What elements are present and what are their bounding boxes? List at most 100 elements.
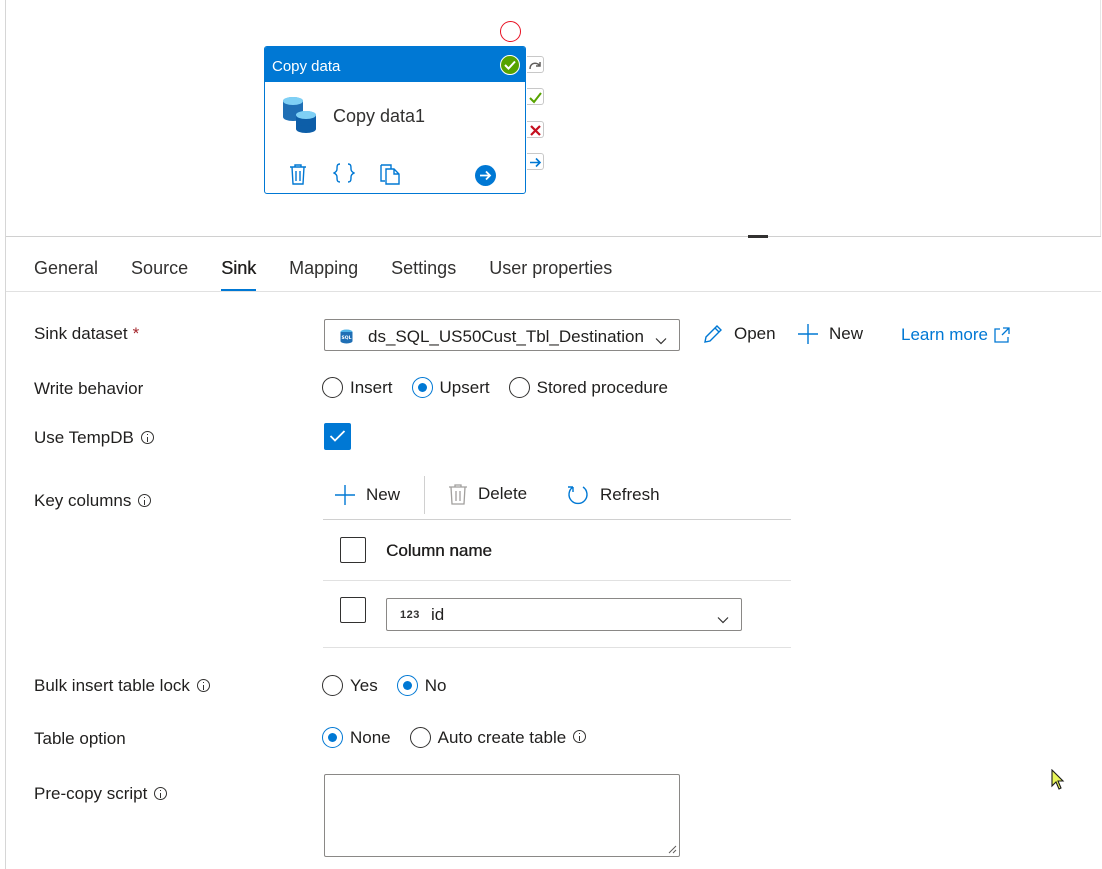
tab-user-properties[interactable]: User properties <box>489 258 612 292</box>
use-tempdb-checkbox[interactable] <box>324 423 351 450</box>
open-dataset-button[interactable]: Open <box>702 323 776 345</box>
pre-copy-script-textarea[interactable] <box>324 774 680 857</box>
write-behavior-label: Write behavior <box>34 379 143 399</box>
chevron-down-icon <box>717 611 729 629</box>
grid-row-divider <box>323 647 791 648</box>
table-option-label-text: Table option <box>34 729 126 748</box>
row-checkbox[interactable] <box>340 597 366 623</box>
copy-data-activity[interactable]: Copy data Copy data1 <box>264 46 526 194</box>
tab-settings[interactable]: Settings <box>391 258 456 292</box>
radio-stored-procedure-label: Stored procedure <box>536 377 668 397</box>
sink-dataset-label: Sink dataset * <box>34 324 139 344</box>
table-option-label: Table option <box>34 729 126 749</box>
radio-yes-label: Yes <box>350 675 378 695</box>
toolbar-separator <box>424 476 425 514</box>
sql-icon: SQL <box>340 329 353 349</box>
use-tempdb-label-text: Use TempDB <box>34 428 134 447</box>
check-circle-icon <box>500 55 520 75</box>
info-icon[interactable] <box>573 730 587 743</box>
key-column-dropdown[interactable]: 123 id <box>386 598 742 631</box>
panel-divider <box>6 236 1101 237</box>
select-all-checkbox[interactable] <box>340 537 366 563</box>
arrow-right-icon[interactable] <box>475 165 496 186</box>
radio-auto-create-table-label: Auto create table <box>437 727 567 747</box>
radio-no[interactable]: No <box>396 675 447 696</box>
delete-key-column-button[interactable]: Delete <box>448 483 527 505</box>
delete-key-column-label: Delete <box>478 484 528 503</box>
info-icon[interactable] <box>196 678 210 692</box>
external-link-icon <box>994 327 1010 343</box>
refresh-key-columns-label: Refresh <box>600 485 660 504</box>
key-column-value: id <box>431 605 445 624</box>
new-dataset-label: New <box>829 324 864 343</box>
key-columns-label-text: Key columns <box>34 491 132 510</box>
column-name-header: Column name <box>386 541 492 560</box>
radio-none[interactable]: None <box>322 727 391 748</box>
info-icon[interactable] <box>138 493 152 507</box>
frame-border-left <box>5 0 6 869</box>
failure-x-icon[interactable] <box>527 121 544 138</box>
bulk-insert-lock-label: Bulk insert table lock <box>34 676 210 696</box>
sink-dataset-dropdown[interactable]: SQL ds_SQL_US50Cust_Tbl_Destination <box>324 319 680 351</box>
write-behavior-radio-group: Insert Upsert Stored procedure <box>322 377 687 398</box>
tab-sink[interactable]: Sink <box>221 258 257 292</box>
radio-circle <box>322 675 343 696</box>
resize-grip-icon[interactable] <box>667 844 677 854</box>
redo-arrow-icon[interactable] <box>527 56 544 73</box>
tab-mapping[interactable]: Mapping <box>289 258 358 292</box>
table-option-radio-group: None Auto create table <box>322 727 605 748</box>
key-columns-label: Key columns <box>34 491 152 511</box>
radio-stored-procedure[interactable]: Stored procedure <box>508 377 668 398</box>
activity-name: Copy data1 <box>333 106 426 126</box>
bulk-insert-lock-label-text: Bulk insert table lock <box>34 676 190 695</box>
add-key-column-label: New <box>366 485 401 504</box>
radio-circle <box>396 675 418 696</box>
pencil-icon <box>704 325 722 343</box>
breakpoint-circle-icon[interactable] <box>500 21 521 42</box>
radio-upsert-label: Upsert <box>439 377 490 397</box>
completion-arrow-icon[interactable] <box>527 153 544 170</box>
radio-insert-label: Insert <box>350 377 393 397</box>
radio-insert[interactable]: Insert <box>322 377 393 398</box>
radio-circle <box>409 727 431 748</box>
new-dataset-button[interactable]: New <box>797 323 863 345</box>
sink-dataset-label-text: Sink dataset <box>34 324 128 343</box>
code-braces-icon[interactable] <box>332 162 356 189</box>
checkmark-icon <box>329 430 346 442</box>
database-icon <box>281 95 319 140</box>
learn-more-link[interactable]: Learn more <box>901 325 1010 345</box>
pre-copy-script-label: Pre-copy script <box>34 784 168 804</box>
radio-circle <box>322 727 343 748</box>
delete-icon[interactable] <box>289 163 307 190</box>
tab-source[interactable]: Source <box>131 258 188 292</box>
plus-icon <box>335 485 355 505</box>
copy-icon[interactable] <box>379 163 401 190</box>
success-check-icon[interactable] <box>527 88 544 105</box>
properties-tabs: General Source Sink Mapping Settings Use… <box>34 258 645 292</box>
radio-none-label: None <box>350 727 391 747</box>
info-icon[interactable] <box>154 786 168 800</box>
radio-yes[interactable]: Yes <box>322 675 378 696</box>
activity-header: Copy data <box>265 47 525 82</box>
info-icon[interactable] <box>140 430 154 444</box>
refresh-icon <box>568 486 588 505</box>
plus-icon <box>798 324 818 344</box>
open-dataset-label: Open <box>734 324 776 343</box>
chevron-down-icon <box>655 332 667 350</box>
add-key-column-button[interactable]: New <box>334 484 400 506</box>
radio-circle <box>508 377 530 398</box>
trash-icon <box>449 484 467 505</box>
refresh-key-columns-button[interactable]: Refresh <box>566 483 660 507</box>
radio-circle <box>322 377 343 398</box>
radio-no-label: No <box>424 675 447 695</box>
panel-resize-grip[interactable] <box>748 235 768 238</box>
activity-type-title: Copy data <box>272 58 341 75</box>
tab-general[interactable]: General <box>34 258 98 292</box>
mouse-cursor-icon <box>1051 769 1065 790</box>
radio-upsert[interactable]: Upsert <box>411 377 490 398</box>
bulk-insert-lock-radio-group: Yes No <box>322 675 465 696</box>
svg-text:SQL: SQL <box>342 335 352 341</box>
frame-border-right <box>1100 0 1101 236</box>
radio-auto-create-table[interactable]: Auto create table <box>409 727 587 748</box>
sink-dataset-value: ds_SQL_US50Cust_Tbl_Destination <box>368 327 644 346</box>
